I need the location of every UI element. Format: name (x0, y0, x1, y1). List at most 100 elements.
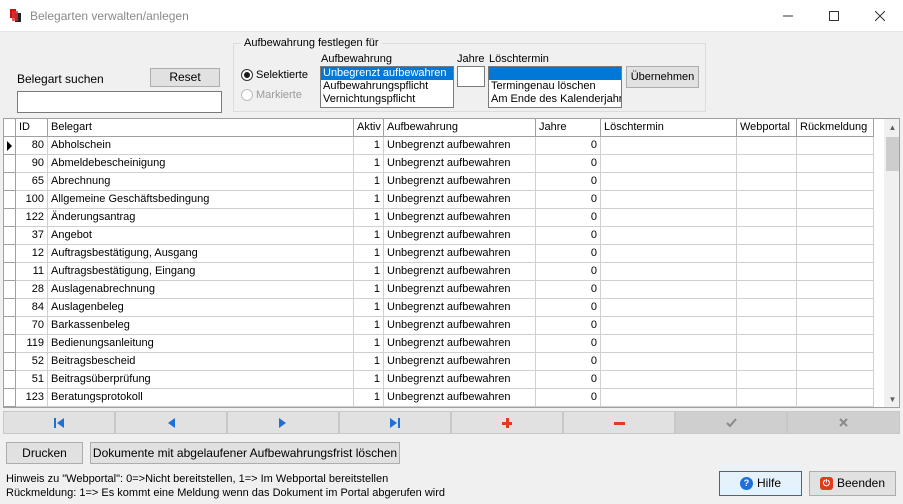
uebernehmen-button[interactable]: Übernehmen (626, 66, 699, 88)
hilfe-button[interactable]: ? Hilfe (719, 471, 802, 496)
cell-loeschtermin[interactable] (601, 317, 737, 335)
header-aktiv[interactable]: Aktiv (354, 119, 384, 137)
cell-jahre[interactable]: 0 (536, 335, 601, 353)
close-button[interactable] (857, 0, 903, 32)
cell-loeschtermin[interactable] (601, 227, 737, 245)
cell-webportal[interactable] (737, 137, 797, 155)
aufbewahrung-option[interactable]: Aufbewahrungspflicht (321, 80, 453, 93)
cell-rueckmeldung[interactable] (797, 227, 874, 245)
cell-rueckmeldung[interactable] (797, 263, 874, 281)
nav-prior-button[interactable] (115, 411, 227, 434)
cell-loeschtermin[interactable] (601, 155, 737, 173)
cell-aufbewahrung[interactable]: Unbegrenzt aufbewahren (384, 209, 536, 227)
cell-belegart[interactable]: Auslagenbeleg (48, 299, 354, 317)
cell-loeschtermin[interactable] (601, 173, 737, 191)
cell-jahre[interactable]: 0 (536, 245, 601, 263)
header-webportal[interactable]: Webportal (737, 119, 797, 137)
cell-aufbewahrung[interactable]: Unbegrenzt aufbewahren (384, 227, 536, 245)
header-rueckmeldung[interactable]: Rückmeldung (797, 119, 874, 137)
row-indicator[interactable] (4, 155, 16, 173)
row-indicator[interactable] (4, 173, 16, 191)
cell-webportal[interactable] (737, 335, 797, 353)
table-row[interactable]: 11 Auftragsbestätigung, Eingang 1 Unbegrenz… (4, 263, 884, 281)
cell-id[interactable]: 37 (16, 227, 48, 245)
cell-aktiv[interactable]: 1 (354, 173, 384, 191)
cell-loeschtermin[interactable] (601, 191, 737, 209)
loeschtermin-option[interactable] (489, 67, 621, 80)
cell-webportal[interactable] (737, 227, 797, 245)
scroll-down-icon[interactable]: ▼ (884, 391, 899, 407)
header-id[interactable]: ID (16, 119, 48, 137)
cell-id[interactable]: 122 (16, 209, 48, 227)
cell-id[interactable]: 123 (16, 389, 48, 407)
cell-belegart[interactable]: Allgemeine Geschäftsbedingung (48, 191, 354, 209)
table-row[interactable]: 28 Auslagenabrechnung 1 Unbegrenzt aufbewah… (4, 281, 884, 299)
cell-loeschtermin[interactable] (601, 137, 737, 155)
cell-belegart[interactable]: Abrechnung (48, 173, 354, 191)
cell-belegart[interactable]: Beitragsbescheid (48, 353, 354, 371)
nav-delete-button[interactable] (563, 411, 675, 434)
table-row[interactable]: 84 Auslagenbeleg 1 Unbegrenzt aufbewahren 0 (4, 299, 884, 317)
cell-aktiv[interactable]: 1 (354, 227, 384, 245)
abgelaufene-dokumente-loeschen-button[interactable]: Dokumente mit abgelaufener Aufbewahrungs… (90, 442, 400, 464)
cell-jahre[interactable]: 0 (536, 263, 601, 281)
row-indicator[interactable] (4, 227, 16, 245)
cell-aktiv[interactable]: 1 (354, 389, 384, 407)
cell-aktiv[interactable]: 1 (354, 281, 384, 299)
row-indicator[interactable] (4, 317, 16, 335)
cell-rueckmeldung[interactable] (797, 281, 874, 299)
cell-id[interactable]: 90 (16, 155, 48, 173)
row-indicator[interactable] (4, 353, 16, 371)
cell-aktiv[interactable]: 1 (354, 353, 384, 371)
cell-webportal[interactable] (737, 155, 797, 173)
cell-id[interactable]: 52 (16, 353, 48, 371)
cell-aufbewahrung[interactable]: Unbegrenzt aufbewahren (384, 389, 536, 407)
cell-id[interactable]: 70 (16, 317, 48, 335)
reset-button[interactable]: Reset (150, 68, 220, 87)
maximize-button[interactable] (811, 0, 857, 32)
cell-aktiv[interactable]: 1 (354, 317, 384, 335)
table-row[interactable]: 70 Barkassenbeleg 1 Unbegrenzt aufbewahren 0 (4, 317, 884, 335)
cell-loeschtermin[interactable] (601, 209, 737, 227)
table-row[interactable]: 119 Bedienungsanleitung 1 Unbegrenzt aufbew… (4, 335, 884, 353)
cell-aufbewahrung[interactable]: Unbegrenzt aufbewahren (384, 137, 536, 155)
row-indicator[interactable] (4, 281, 16, 299)
table-row[interactable]: 90 Abmeldebescheinigung 1 Unbegrenzt aufbew… (4, 155, 884, 173)
cell-aktiv[interactable]: 1 (354, 155, 384, 173)
cell-aufbewahrung[interactable]: Unbegrenzt aufbewahren (384, 191, 536, 209)
cell-aktiv[interactable]: 1 (354, 371, 384, 389)
table-row[interactable]: 100 Allgemeine Geschäftsbedingung 1 Unbegre… (4, 191, 884, 209)
cell-aufbewahrung[interactable]: Unbegrenzt aufbewahren (384, 353, 536, 371)
cell-webportal[interactable] (737, 245, 797, 263)
cell-jahre[interactable]: 0 (536, 137, 601, 155)
cell-jahre[interactable]: 0 (536, 173, 601, 191)
cell-jahre[interactable]: 0 (536, 299, 601, 317)
search-input[interactable] (17, 91, 222, 113)
cell-aktiv[interactable]: 1 (354, 245, 384, 263)
aufbewahrung-option[interactable]: Vernichtungspflicht (321, 93, 453, 106)
cell-jahre[interactable]: 0 (536, 317, 601, 335)
cell-loeschtermin[interactable] (601, 389, 737, 407)
cell-aufbewahrung[interactable]: Unbegrenzt aufbewahren (384, 299, 536, 317)
cell-loeschtermin[interactable] (601, 353, 737, 371)
cell-belegart[interactable]: Angebot (48, 227, 354, 245)
cell-rueckmeldung[interactable] (797, 191, 874, 209)
cell-aktiv[interactable]: 1 (354, 191, 384, 209)
cell-aktiv[interactable]: 1 (354, 263, 384, 281)
cell-jahre[interactable]: 0 (536, 191, 601, 209)
cell-jahre[interactable]: 0 (536, 371, 601, 389)
cell-jahre[interactable]: 0 (536, 353, 601, 371)
row-indicator[interactable] (4, 335, 16, 353)
drucken-button[interactable]: Drucken (6, 442, 83, 464)
cell-rueckmeldung[interactable] (797, 155, 874, 173)
row-indicator[interactable] (4, 137, 16, 155)
table-row[interactable]: 52 Beitragsbescheid 1 Unbegrenzt aufbewahre… (4, 353, 884, 371)
cell-jahre[interactable]: 0 (536, 281, 601, 299)
cell-loeschtermin[interactable] (601, 281, 737, 299)
cell-belegart[interactable]: Beratungsprotokoll (48, 389, 354, 407)
header-aufbewahrung[interactable]: Aufbewahrung (384, 119, 536, 137)
cell-belegart[interactable]: Barkassenbeleg (48, 317, 354, 335)
row-indicator[interactable] (4, 263, 16, 281)
cell-rueckmeldung[interactable] (797, 137, 874, 155)
cell-aufbewahrung[interactable]: Unbegrenzt aufbewahren (384, 371, 536, 389)
